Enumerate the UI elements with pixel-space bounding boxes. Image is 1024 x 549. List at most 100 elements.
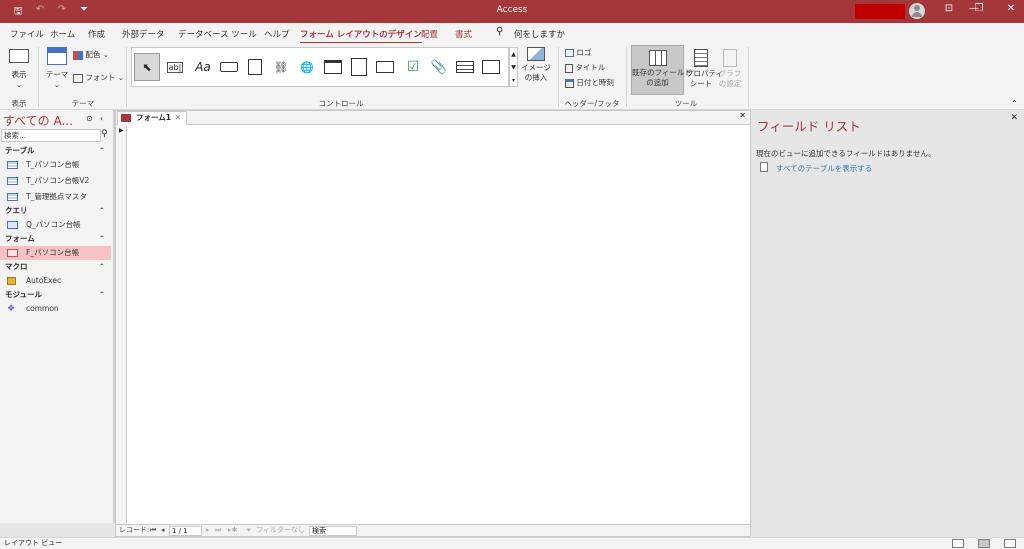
chevron-up-icon[interactable]: ⌃ (99, 232, 105, 245)
logo-button[interactable]: ロゴ (565, 48, 591, 58)
nav-item-table[interactable]: T_パソコン台帳V2 (0, 174, 111, 188)
tab-external-data[interactable]: 外部データ (122, 28, 165, 40)
restore-button[interactable]: ❐ (970, 3, 988, 14)
new-record-icon[interactable]: ▸✱ (228, 525, 237, 536)
chart-icon[interactable] (478, 53, 504, 81)
tab-create[interactable]: 作成 (88, 28, 105, 40)
title-button[interactable]: タイトル (565, 63, 605, 73)
record-selector[interactable]: ▶ (116, 125, 127, 523)
attachment-icon[interactable]: 📎 (426, 53, 452, 81)
label-icon[interactable]: Aa (190, 53, 216, 81)
user-name-redacted[interactable] (855, 4, 905, 19)
close-document-icon[interactable]: ✕ (739, 111, 746, 120)
title-label: タイトル (575, 63, 606, 72)
filter-status[interactable]: フィルターなし (256, 525, 305, 536)
current-record-field[interactable]: 1 / 1 (169, 526, 202, 536)
list-box-icon[interactable] (452, 53, 478, 81)
nav-item-table[interactable]: T_管理拠点マスタ (0, 190, 111, 204)
date-time-button[interactable]: 日付と時刻 (565, 78, 614, 88)
design-view-icon[interactable] (1004, 539, 1016, 548)
nav-section-macros[interactable]: マクロ ⌃ (0, 260, 111, 273)
web-browser-icon[interactable]: 🌐 (294, 53, 320, 81)
button-icon[interactable] (216, 53, 242, 81)
form-icon (121, 114, 131, 122)
form-canvas[interactable] (128, 126, 749, 523)
property-sheet-icon (694, 49, 708, 67)
chart-settings-button[interactable]: グラフ の設定 (716, 49, 744, 89)
fonts-label: フォント (85, 73, 116, 82)
tab-file[interactable]: ファイル (10, 28, 44, 40)
search-icon[interactable]: ⚲ (496, 26, 503, 37)
nav-item-query[interactable]: Q_パソコン台帳 (0, 218, 111, 232)
close-icon[interactable]: ✕ (1010, 113, 1018, 123)
colors-button[interactable]: 配色 ⌄ (73, 50, 109, 60)
property-sheet-button[interactable]: プロパティ シート (686, 49, 723, 89)
gallery-scroll[interactable]: ▲ ▼ ▾ (509, 47, 518, 87)
chevron-up-icon[interactable]: ⌃ (99, 260, 105, 273)
show-all-tables-link[interactable]: すべてのテーブルを表示する (776, 163, 872, 174)
document-tab-bar: フォーム1 ✕ ✕ (116, 111, 750, 125)
form-view-icon[interactable] (952, 539, 964, 548)
nav-section-forms[interactable]: フォーム ⌃ (0, 232, 111, 245)
nav-item-table[interactable]: T_パソコン台帳 (0, 158, 111, 172)
textbox-icon[interactable]: ab| (162, 53, 188, 81)
nav-options-icon[interactable]: ⊙ (86, 114, 93, 123)
theme-label: テーマ (45, 70, 69, 79)
chevron-up-icon[interactable]: ⌃ (99, 288, 105, 301)
record-search-input[interactable]: 検索 (309, 526, 357, 536)
navigation-control-icon[interactable] (320, 53, 346, 81)
field-list-title: フィールド リスト (757, 119, 861, 134)
table-icon (7, 161, 18, 169)
next-record-icon[interactable]: ▸ (206, 525, 210, 536)
tab-format[interactable]: 書式 (455, 28, 472, 40)
shutter-bar-close-icon[interactable]: ‹ (100, 114, 103, 123)
tell-me-search[interactable]: 何をしますか (514, 28, 565, 40)
previous-record-icon[interactable]: ◂ (161, 525, 165, 536)
nav-section-modules[interactable]: モジュール ⌃ (0, 288, 111, 301)
tab-database-tools[interactable]: データベース ツール (178, 28, 257, 40)
hyperlink-icon[interactable]: ⛓ (268, 53, 294, 81)
chevron-up-icon[interactable]: ▲ (510, 48, 517, 61)
first-record-icon[interactable]: ⏮ (150, 525, 156, 536)
select-pointer-icon[interactable]: ⬉ (134, 53, 160, 81)
chevron-up-icon[interactable]: ⌃ (99, 204, 105, 217)
search-icon[interactable]: ⚲ (101, 129, 108, 139)
theme-button[interactable]: テーマ ⌄ (44, 47, 70, 90)
page-break-icon[interactable] (372, 53, 398, 81)
nav-item-form[interactable]: F_パソコン台帳 (0, 246, 111, 260)
add-existing-fields-button[interactable]: 既存のフィールド の追加 (631, 45, 692, 95)
tab-home[interactable]: ホーム (50, 28, 75, 40)
group-label-tools: ツール (674, 99, 698, 108)
close-button[interactable]: ✕ (1002, 3, 1020, 14)
navigation-pane: すべての A... ⊙ ‹ 検索... ⚲ テーブル ⌃ T_パソコン台帳 T_… (0, 110, 113, 523)
option-group-icon[interactable] (346, 53, 372, 81)
chevron-down-icon[interactable]: ▼ (510, 61, 517, 74)
insert-image-button[interactable]: イメージ の挿入 (521, 47, 551, 83)
nav-search-input[interactable]: 検索... (1, 129, 101, 142)
form-icon (7, 249, 18, 257)
nav-pane-title[interactable]: すべての A... (3, 112, 73, 129)
document-tab[interactable]: フォーム1 ✕ (117, 111, 187, 125)
view-button[interactable]: 表示 ⌄ (6, 49, 32, 90)
nav-section-queries[interactable]: クエリ ⌃ (0, 204, 111, 217)
avatar[interactable] (909, 3, 925, 19)
title-bar: 🖫 ↶ ↷ ⏷ Access ⊡ — ❐ ✕ (0, 0, 1024, 23)
layout-view-icon[interactable] (978, 539, 990, 548)
last-record-icon[interactable]: ⏭ (215, 525, 221, 536)
fonts-button[interactable]: フォント ⌄ (73, 73, 124, 83)
tab-arrange[interactable]: 配置 (421, 28, 438, 40)
tab-form-layout-design[interactable]: フォーム レイアウトのデザイン (300, 28, 422, 44)
nav-item-macro[interactable]: AutoExec (0, 274, 111, 288)
close-icon[interactable]: ✕ (175, 112, 181, 124)
logo-label: ロゴ (576, 48, 592, 57)
ribbon-display-options-icon[interactable]: ⊡ (940, 3, 958, 14)
nav-section-tables[interactable]: テーブル ⌃ (0, 144, 111, 157)
chevron-up-icon[interactable]: ⌃ (99, 144, 105, 157)
nav-item-module[interactable]: ❖ common (0, 302, 111, 316)
collapse-ribbon-icon[interactable]: ⌃ (1011, 99, 1018, 108)
checkbox-icon[interactable]: ☑ (400, 53, 426, 81)
more-icon[interactable]: ▾ (510, 74, 517, 87)
tab-help[interactable]: ヘルプ (264, 28, 290, 40)
divider (558, 47, 559, 107)
tab-control-icon[interactable] (242, 53, 268, 81)
